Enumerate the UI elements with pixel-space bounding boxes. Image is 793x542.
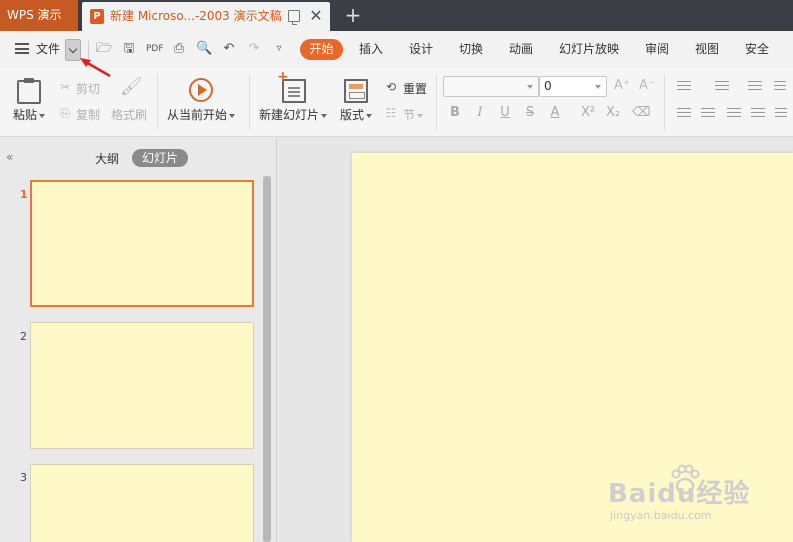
title-bar: WPS 演示 P 新建 Microso...-2003 演示文稿 ✕ + xyxy=(0,0,793,31)
presentation-file-icon: P xyxy=(90,9,104,24)
document-tab-title: 新建 Microso...-2003 演示文稿 xyxy=(110,9,282,23)
clear-format-icon[interactable]: ⌫ xyxy=(632,105,650,121)
watermark: Baidu经验 jingyan.baidu.com xyxy=(608,463,778,528)
undo-icon[interactable]: ↶ xyxy=(221,41,237,57)
bullet-list-icon[interactable] xyxy=(677,81,691,93)
section-label: 节 xyxy=(403,108,416,122)
customize-quick-access-icon[interactable]: ▿ xyxy=(271,41,287,57)
tab-insert[interactable]: 插入 xyxy=(359,31,383,68)
font-family-select[interactable] xyxy=(443,76,539,97)
align-left-icon[interactable] xyxy=(677,108,691,120)
print-preview-icon[interactable]: 🔍 xyxy=(196,41,212,57)
tab-transitions[interactable]: 切换 xyxy=(459,31,483,68)
section-button[interactable]: 节 xyxy=(403,106,424,123)
from-current-label: 从当前开始 xyxy=(167,108,228,122)
from-current-button[interactable]: 从当前开始 xyxy=(167,106,236,123)
group-divider xyxy=(436,74,437,130)
tab-security[interactable]: 安全 xyxy=(745,31,769,68)
app-tab[interactable]: WPS 演示 xyxy=(0,0,78,31)
slide-number: 2 xyxy=(20,330,27,343)
collapse-panel-icon[interactable]: « xyxy=(6,150,13,164)
file-menu[interactable]: 文件 xyxy=(36,31,60,68)
paste-button[interactable]: 粘贴 xyxy=(13,106,46,123)
watermark-brand: Baidu经验 xyxy=(608,479,751,509)
increase-indent-icon[interactable] xyxy=(774,81,786,93)
copy-button[interactable]: 复制 xyxy=(76,106,100,123)
tab-slides[interactable]: 幻灯片 xyxy=(132,149,188,167)
font-color-icon[interactable]: A xyxy=(547,105,563,121)
distribute-icon[interactable] xyxy=(775,108,787,120)
font-size-select[interactable]: 0 xyxy=(539,76,607,97)
tab-review[interactable]: 审阅 xyxy=(645,31,669,68)
paste-label: 粘贴 xyxy=(13,108,38,122)
open-folder-icon[interactable]: 🗁 xyxy=(96,41,112,57)
pin-icon[interactable] xyxy=(288,10,300,25)
export-pdf-icon[interactable]: PDF xyxy=(146,41,164,57)
new-slide-button[interactable]: 新建幻灯片 xyxy=(259,106,328,123)
new-tab-button[interactable]: + xyxy=(343,2,363,29)
decrease-indent-icon[interactable] xyxy=(748,81,762,93)
watermark-url: jingyan.baidu.com xyxy=(610,509,712,522)
ribbon: 粘贴 ✂ 剪切 ⎘ 复制 🖌 格式刷 从当前开始 新建幻灯片 版式 ⟲ 重置 ☷… xyxy=(0,68,793,137)
strikethrough-icon[interactable]: S xyxy=(522,105,538,121)
slide-thumbnail[interactable] xyxy=(30,180,254,307)
layout-button[interactable]: 版式 xyxy=(340,106,373,123)
save-icon[interactable]: 🖫 xyxy=(121,41,137,57)
group-divider xyxy=(157,74,158,130)
tab-slideshow[interactable]: 幻灯片放映 xyxy=(559,31,619,68)
close-icon[interactable]: ✕ xyxy=(308,7,324,25)
cut-button[interactable]: 剪切 xyxy=(76,80,100,97)
thumbnail-scrollbar[interactable] xyxy=(263,176,271,542)
align-center-icon[interactable] xyxy=(701,108,715,120)
menu-bar: 文件 🗁 🖫 PDF ⎙ 🔍 ↶ ↷ ▿ 开始 插入 设计 切换 动画 幻灯片放… xyxy=(0,31,793,68)
scissors-icon[interactable]: ✂ xyxy=(58,80,72,94)
decrease-font-size-icon[interactable]: A⁻ xyxy=(639,79,655,93)
scrollbar-thumb[interactable] xyxy=(263,176,271,542)
reset-button[interactable]: 重置 xyxy=(403,80,427,97)
new-slide-icon[interactable] xyxy=(277,69,306,103)
numbered-list-icon[interactable] xyxy=(715,81,729,93)
bold-icon[interactable]: B xyxy=(447,105,463,121)
slide-number: 1 xyxy=(20,188,28,201)
format-painter-icon[interactable]: 🖌 xyxy=(120,78,143,100)
section-icon[interactable]: ☷ xyxy=(384,106,398,120)
tab-view[interactable]: 视图 xyxy=(695,31,719,68)
menu-icon[interactable] xyxy=(15,43,29,54)
slide-thumbnails: 1 2 3 xyxy=(8,173,261,542)
subscript-icon[interactable]: X₂ xyxy=(605,105,621,121)
justify-icon[interactable] xyxy=(751,108,765,120)
print-icon[interactable]: ⎙ xyxy=(171,41,187,57)
redo-icon[interactable]: ↷ xyxy=(246,41,262,57)
tab-animations[interactable]: 动画 xyxy=(509,31,533,68)
slide-thumbnail[interactable] xyxy=(30,322,254,449)
slide-thumbnail[interactable] xyxy=(30,464,254,542)
play-icon[interactable] xyxy=(189,78,213,102)
group-divider xyxy=(249,74,250,130)
align-right-icon[interactable] xyxy=(727,108,741,120)
superscript-icon[interactable]: X² xyxy=(580,105,596,121)
annotation-arrow-icon xyxy=(80,58,111,78)
format-painter-button[interactable]: 格式刷 xyxy=(111,106,147,123)
document-tab[interactable]: P 新建 Microso...-2003 演示文稿 ✕ xyxy=(82,2,330,31)
copy-icon[interactable]: ⎘ xyxy=(58,106,72,120)
new-slide-label: 新建幻灯片 xyxy=(259,108,320,122)
layout-label: 版式 xyxy=(340,108,365,122)
underline-icon[interactable]: U xyxy=(497,105,513,121)
tab-design[interactable]: 设计 xyxy=(409,31,433,68)
layout-icon[interactable] xyxy=(344,79,368,103)
group-divider xyxy=(664,74,665,130)
paste-icon[interactable] xyxy=(17,78,41,104)
increase-font-size-icon[interactable]: A⁺ xyxy=(614,79,630,93)
tab-outline[interactable]: 大纲 xyxy=(95,150,119,167)
tab-home[interactable]: 开始 xyxy=(300,39,343,60)
slide-number: 3 xyxy=(20,471,27,484)
reset-icon[interactable]: ⟲ xyxy=(384,80,398,94)
italic-icon[interactable]: I xyxy=(472,105,488,121)
font-size-value: 0 xyxy=(544,79,552,93)
